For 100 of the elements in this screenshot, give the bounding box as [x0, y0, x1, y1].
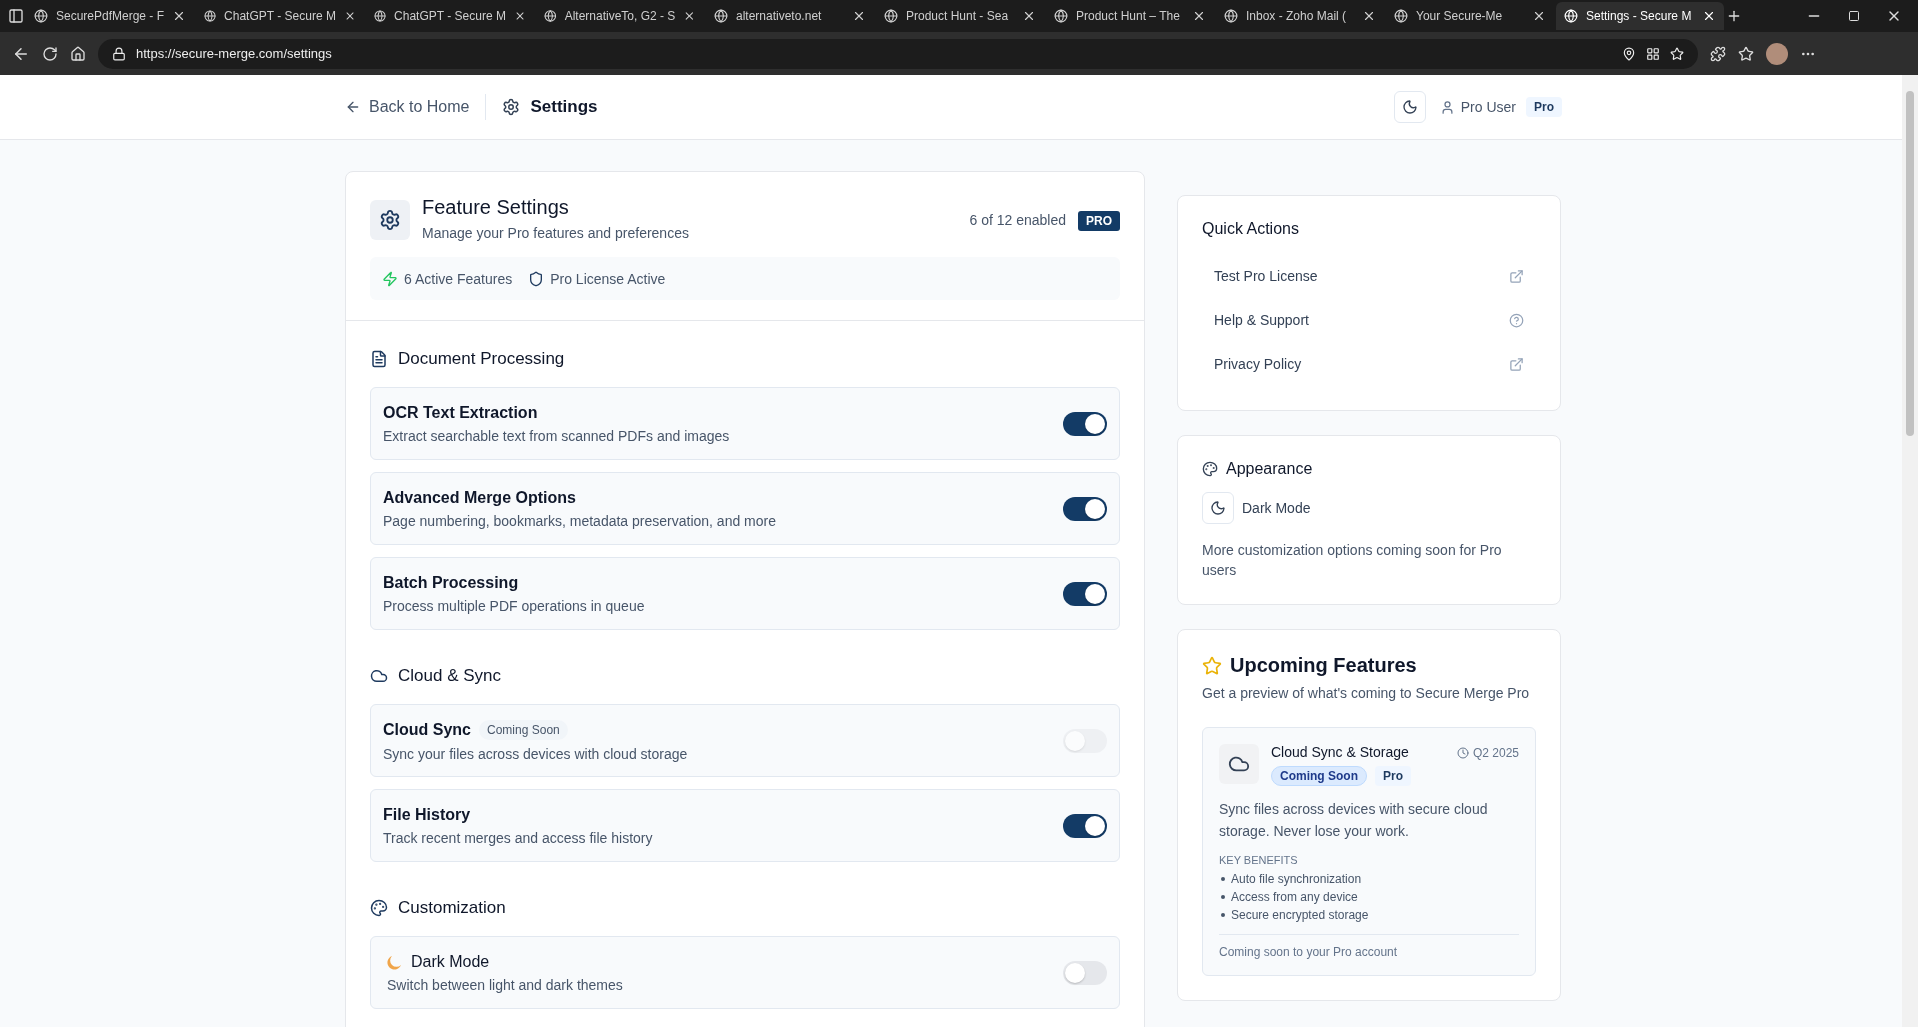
browser-tab[interactable]: Inbox - Zoho Mail ( [1216, 2, 1384, 30]
back-link[interactable]: Back to Home [345, 94, 487, 120]
globe-icon [1224, 9, 1238, 23]
shield-icon [528, 270, 545, 287]
moon-icon [1401, 99, 1418, 115]
setting-description: Extract searchable text from scanned PDFs and images [383, 427, 731, 444]
close-icon[interactable] [172, 9, 186, 23]
maximize-icon[interactable] [1848, 10, 1860, 22]
setting-title: Advanced Merge Options [383, 488, 576, 507]
setting-title: File History [383, 805, 471, 824]
setting-title: Batch Processing [383, 573, 519, 592]
close-icon[interactable] [1022, 9, 1036, 23]
favorites-icon[interactable] [1738, 45, 1754, 62]
card-title: Feature Settings [422, 196, 570, 219]
browser-tab[interactable]: Settings - Secure M [1556, 2, 1724, 30]
puzzle-icon[interactable] [1710, 45, 1726, 62]
benefit-text: Access from any device [1231, 890, 1358, 904]
close-icon[interactable] [683, 9, 696, 23]
external-link-icon [1509, 268, 1524, 284]
toggle-switch[interactable] [1063, 411, 1107, 436]
card-title: Upcoming Features [1230, 654, 1417, 677]
star-icon [1202, 655, 1222, 676]
benefit-text: Auto file synchronization [1231, 872, 1362, 886]
scrollbar-thumb[interactable] [1906, 91, 1914, 436]
bullet-icon [1221, 877, 1225, 881]
status-text: 6 Active Features [404, 270, 513, 287]
setting-description: Sync your files across devices with cloud storage [383, 745, 689, 762]
home-icon[interactable] [70, 45, 86, 62]
browser-tab[interactable]: ChatGPT - Secure M [366, 2, 534, 30]
globe-icon [1394, 9, 1408, 23]
theme-toggle-button[interactable] [1393, 91, 1426, 123]
lightning-icon [382, 270, 398, 287]
user-name: Pro User [1460, 99, 1516, 115]
toggle-switch[interactable] [1063, 960, 1107, 985]
card-title: Quick Actions [1202, 220, 1300, 238]
cloud-icon [1219, 744, 1259, 784]
setting-title: Cloud Sync [383, 720, 471, 739]
palette-icon [1202, 461, 1218, 477]
tier-badge: Pro [1375, 766, 1411, 786]
setting-description: Process multiple PDF operations in queue [383, 597, 646, 614]
sidebar-icon[interactable] [8, 8, 24, 24]
address-field[interactable]: https://secure-merge.com/settings [98, 38, 1698, 69]
close-icon[interactable] [852, 9, 866, 23]
pro-badge: PRO [1078, 211, 1120, 231]
feature-description: Sync files across devices with secure cloud storage. Never lose your work. [1219, 800, 1489, 841]
close-icon[interactable] [1702, 9, 1716, 23]
favorite-icon[interactable] [1670, 46, 1684, 61]
benefits-heading: KEY BENEFITS [1219, 854, 1299, 866]
cloud-icon [370, 667, 388, 685]
quick-action-link[interactable]: Privacy Policy [1202, 342, 1536, 386]
toggle-switch[interactable] [1063, 581, 1107, 606]
browser-tab[interactable]: Product Hunt - Sea [876, 2, 1044, 30]
theme-toggle-button[interactable] [1202, 492, 1234, 524]
globe-icon [1564, 9, 1578, 23]
grid-icon[interactable] [1646, 46, 1660, 61]
globe-icon [204, 9, 217, 23]
bullet-icon [1221, 895, 1225, 899]
user-icon [1439, 99, 1455, 115]
help-icon [1509, 312, 1524, 328]
globe-icon [884, 9, 898, 23]
section-title: Cloud & Sync [398, 666, 501, 686]
reload-icon[interactable] [42, 45, 58, 62]
quick-action-link[interactable]: Help & Support [1202, 298, 1536, 342]
close-icon[interactable] [1362, 9, 1376, 23]
close-icon[interactable] [1192, 9, 1206, 23]
globe-icon [544, 9, 557, 23]
palette-icon [370, 899, 388, 917]
profile-avatar[interactable] [1766, 42, 1788, 65]
browser-tab[interactable]: alternativeto.net [706, 2, 874, 30]
lock-icon [112, 46, 126, 61]
globe-icon [374, 9, 387, 23]
settings-icon [370, 200, 410, 240]
toggle-switch[interactable] [1063, 496, 1107, 521]
settings-icon [502, 98, 521, 116]
external-link-icon [1509, 356, 1524, 372]
section-title: Customization [398, 898, 506, 918]
setting-title: OCR Text Extraction [383, 403, 538, 422]
dark-mode-label: Dark Mode [1242, 500, 1311, 516]
browser-tab[interactable]: Your Secure-Me [1386, 2, 1554, 30]
browser-tab[interactable]: AlternativeTo, G2 - S [536, 2, 704, 30]
quick-action-link[interactable]: Test Pro License [1202, 254, 1536, 298]
location-icon[interactable] [1622, 46, 1636, 61]
new-tab-icon[interactable] [1726, 8, 1742, 24]
bullet-icon [1221, 913, 1225, 917]
globe-icon [1054, 9, 1068, 23]
benefit-text: Secure encrypted storage [1231, 908, 1369, 922]
close-icon[interactable] [1532, 9, 1546, 23]
status-badge: Coming Soon [479, 719, 568, 740]
browser-tab[interactable]: ChatGPT - Secure M [196, 2, 364, 30]
browser-tab[interactable]: Product Hunt – The [1046, 2, 1214, 30]
feature-footer: Coming soon to your Pro account [1219, 934, 1519, 959]
globe-icon [34, 9, 48, 23]
status-badge: Coming Soon [1271, 766, 1367, 786]
setting-description: Track recent merges and access file history [383, 829, 654, 846]
appearance-note: More customization options coming soon for Pro users [1202, 541, 1503, 580]
arrow-left-icon [345, 99, 361, 115]
status-text: Pro License Active [550, 270, 666, 287]
clock-icon [1456, 747, 1469, 759]
toggle-switch[interactable] [1063, 813, 1107, 838]
browser-tab[interactable]: SecurePdfMerge - F [26, 2, 194, 30]
